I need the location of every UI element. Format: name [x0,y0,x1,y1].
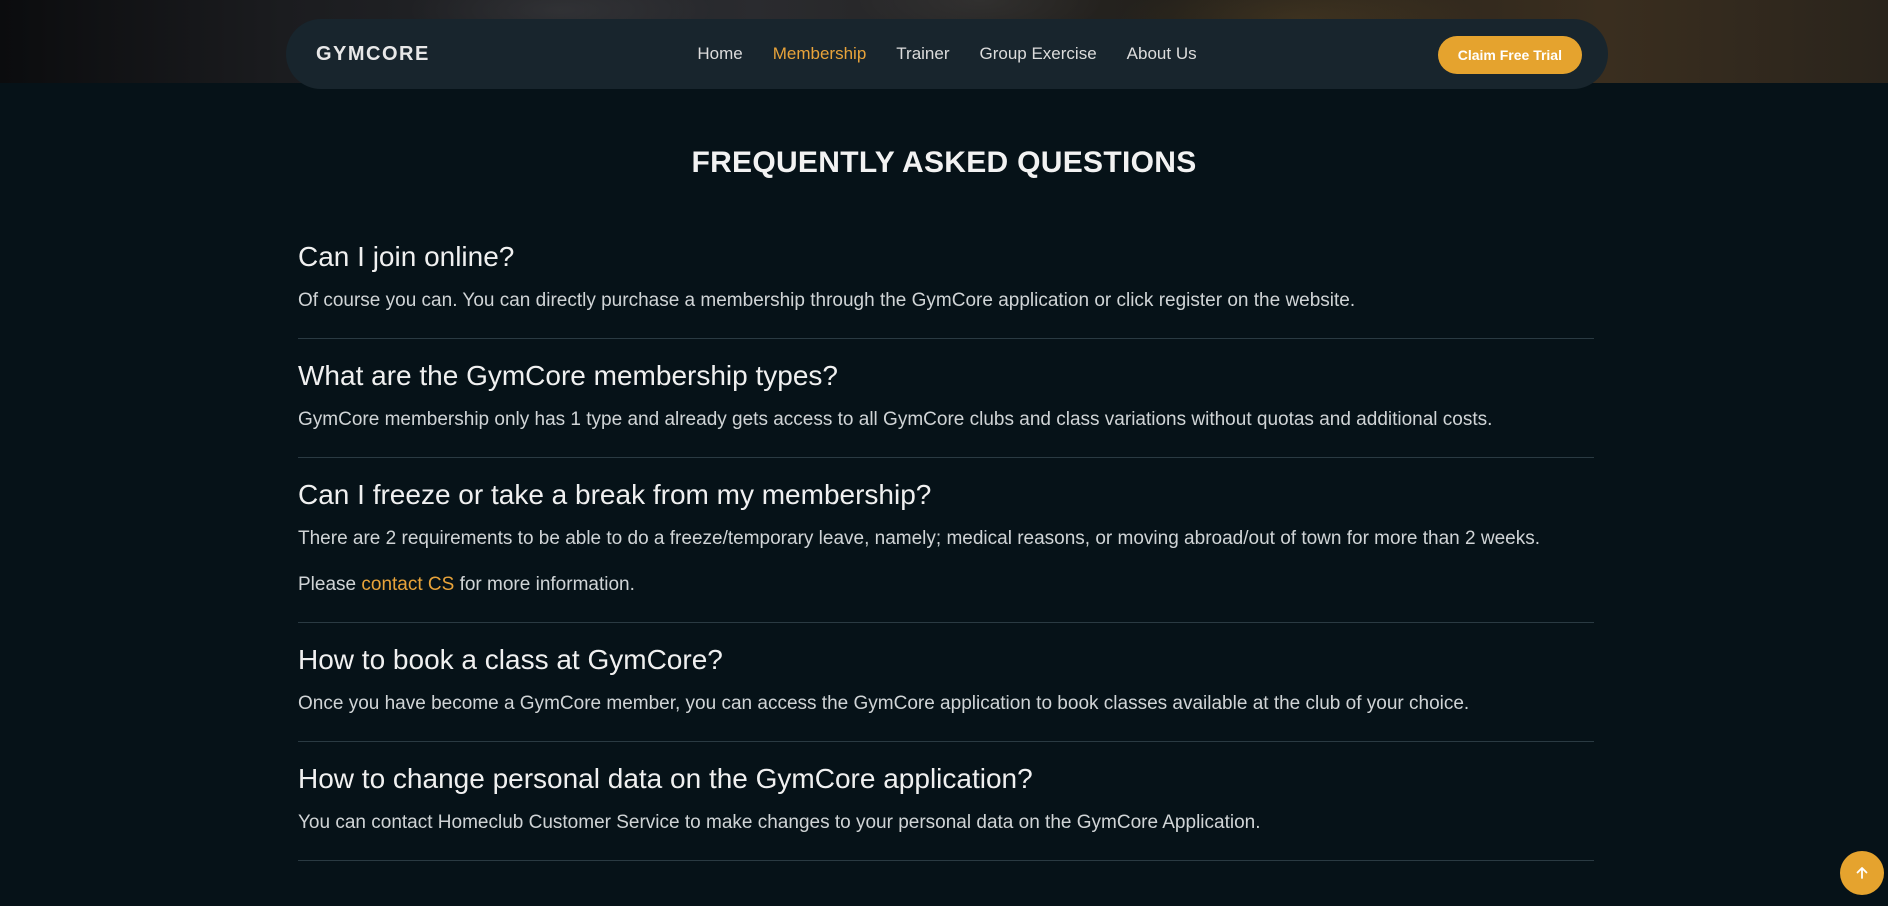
faq-question: What are the GymCore membership types? [298,360,838,391]
faq-answer-note: Please contact CS for more information. [298,572,1594,598]
faq-title: FREQUENTLY ASKED QUESTIONS [691,146,1197,179]
faq-question: Can I join online? [298,241,515,272]
faq-note-suffix: for more information. [454,574,635,595]
faq-item: Can I freeze or take a break from my mem… [298,474,1594,623]
faq-answer: Of course you can. You can directly purc… [298,290,1356,311]
contact-cs-link[interactable]: contact CS [361,574,454,595]
nav-links: Home Membership Trainer Group Exercise A… [286,19,1608,89]
faq-answer: Once you have become a GymCore member, y… [298,693,1470,714]
faq-answer: You can contact Homeclub Customer Servic… [298,812,1261,833]
faq-item: Can I join online? Of course you can. Yo… [298,240,1594,339]
navbar: GYMCORE Home Membership Trainer Group Ex… [286,19,1608,89]
faq-question: How to change personal data on the GymCo… [298,763,1033,794]
faq-item: How to book a class at GymCore? Once you… [298,639,1594,742]
faq-list: Can I join online? Of course you can. Yo… [298,240,1594,877]
faq-answer: GymCore membership only has 1 type and a… [298,409,1493,430]
nav-home[interactable]: Home [697,44,742,64]
faq-question: How to book a class at GymCore? [298,644,723,675]
back-to-top-button[interactable] [1840,851,1884,895]
nav-about-us[interactable]: About Us [1127,44,1197,64]
nav-trainer[interactable]: Trainer [896,44,949,64]
arrow-up-icon [1856,867,1868,879]
nav-membership[interactable]: Membership [773,44,867,64]
nav-group-exercise[interactable]: Group Exercise [980,44,1097,64]
claim-free-trial-button[interactable]: Claim Free Trial [1437,36,1582,74]
faq-note-prefix: Please [298,574,362,595]
faq-item: What are the GymCore membership types? G… [298,355,1594,458]
faq-answer: There are 2 requirements to be able to d… [298,528,1540,549]
faq-question: Can I freeze or take a break from my mem… [298,479,932,510]
faq-item: How to change personal data on the GymCo… [298,758,1594,861]
